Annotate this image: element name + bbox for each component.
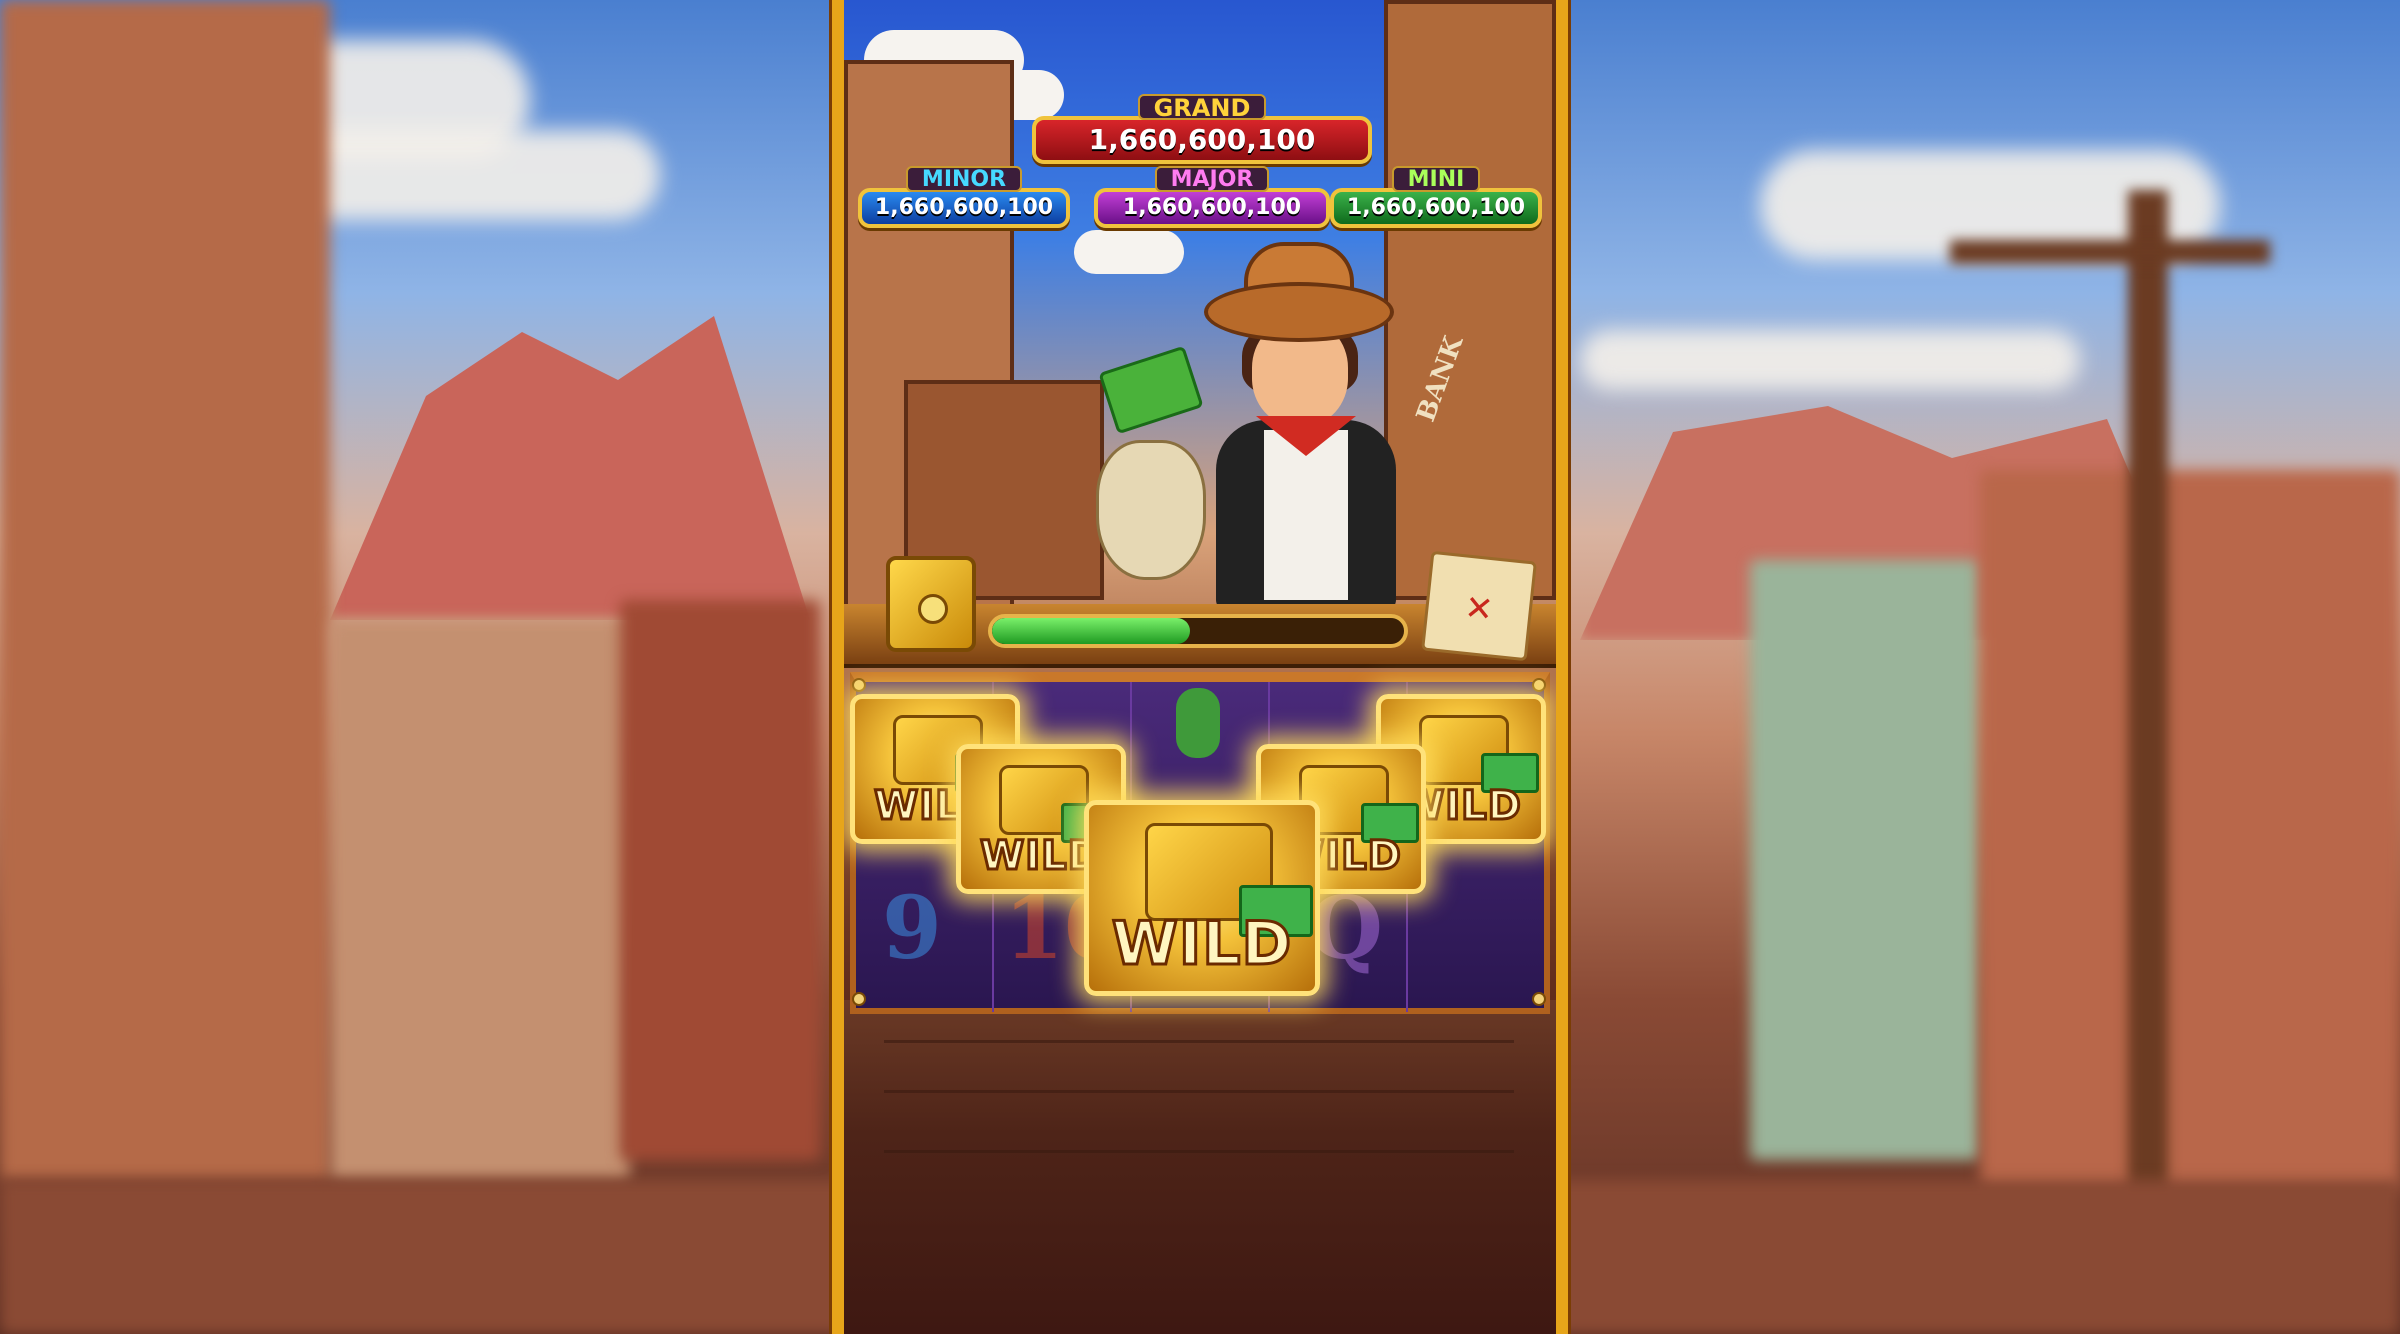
building	[0, 0, 330, 1180]
jackpot-mini: MINI 1,660,600,100	[1330, 166, 1542, 228]
jackpot-grand: GRAND 1,660,600,100	[1032, 94, 1372, 164]
jackpot-major-label: MAJOR	[1154, 166, 1270, 192]
telegraph-crossbar	[1950, 240, 2270, 264]
bolt	[1532, 678, 1546, 692]
cowboy-hat-brim	[1204, 282, 1394, 342]
jackpot-minor-value: 1,660,600,100	[858, 188, 1070, 228]
cash-icon	[1098, 345, 1204, 435]
wild-symbol-featured: WILD	[1084, 800, 1320, 996]
cloud	[1580, 330, 2080, 390]
vault-icon[interactable]	[886, 556, 976, 652]
jackpot-grand-label: GRAND	[1137, 94, 1267, 120]
plank	[884, 1090, 1514, 1093]
bank-building: BANK	[1384, 0, 1556, 600]
wild-label: WILD	[1110, 908, 1293, 981]
building	[620, 600, 820, 1160]
mesa	[330, 316, 810, 620]
plank	[884, 1150, 1514, 1153]
jackpot-mini-value: 1,660,600,100	[1330, 188, 1542, 228]
cloud	[1074, 230, 1184, 274]
jackpot-grand-value: 1,660,600,100	[1032, 116, 1372, 164]
bolt	[852, 678, 866, 692]
slot-reels[interactable]: 9 10 Q WILD WILD WILD WILD WILD	[850, 672, 1550, 1014]
bolt	[852, 992, 866, 1006]
money-bag-icon	[1096, 440, 1206, 580]
jackpot-minor-label: MINOR	[905, 166, 1023, 192]
building	[330, 620, 630, 1180]
bank-sign: BANK	[1411, 332, 1470, 426]
game-scene: BANK GRAND 1,660,600,100 MINOR 1,660,600…	[844, 0, 1556, 1334]
vault-dial-icon	[918, 594, 948, 624]
collection-progress-bar	[988, 614, 1408, 648]
collection-progress-fill	[992, 618, 1190, 644]
cactus-icon	[1176, 688, 1220, 758]
jackpot-major: MAJOR 1,660,600,100	[1094, 166, 1330, 228]
treasure-map-icon[interactable]: ✕	[1421, 550, 1537, 662]
building	[1750, 560, 1980, 1160]
jackpot-mini-label: MINI	[1391, 166, 1481, 192]
bolt	[1532, 992, 1546, 1006]
jackpot-minor: MINOR 1,660,600,100	[858, 166, 1070, 228]
telegraph-pole	[2128, 190, 2168, 1290]
plank	[884, 1040, 1514, 1043]
map-x-mark-icon: ✕	[1462, 587, 1496, 631]
wooden-floor	[844, 1000, 1556, 1334]
game-frame: BANK GRAND 1,660,600,100 MINOR 1,660,600…	[832, 0, 1568, 1334]
building	[1980, 470, 2400, 1190]
jackpot-major-value: 1,660,600,100	[1094, 188, 1330, 228]
reel-symbol-nine: 9	[882, 878, 942, 979]
